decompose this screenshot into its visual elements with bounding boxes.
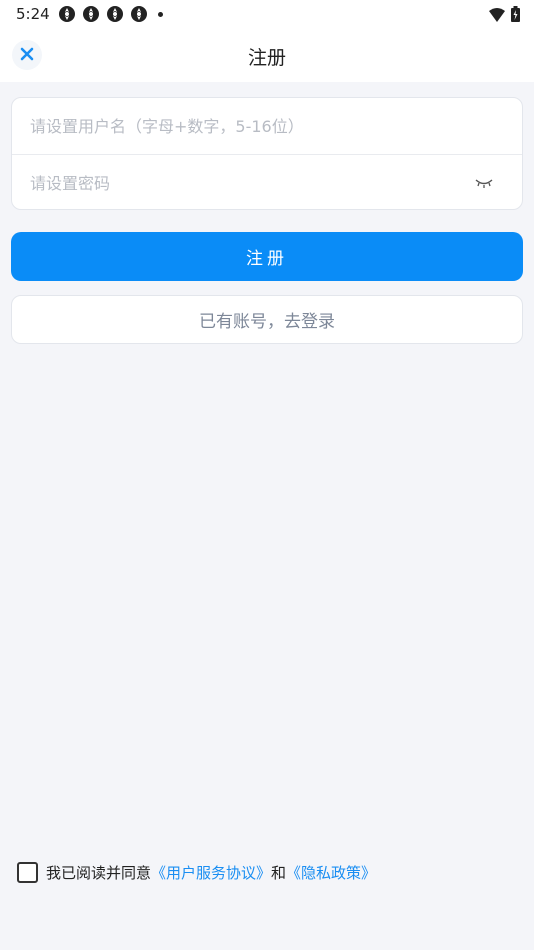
page-title: 注册 bbox=[247, 47, 286, 69]
agreement-checkbox[interactable] bbox=[17, 862, 38, 883]
agreement-conjunction: 和 bbox=[271, 864, 287, 882]
agreement-row: 我已阅读并同意 《用户服务协议》 和 《隐私政策》 bbox=[17, 862, 376, 883]
status-bar: 5:24 bbox=[0, 0, 534, 28]
notification-icons bbox=[58, 5, 163, 23]
privacy-link[interactable]: 《隐私政策》 bbox=[286, 862, 376, 883]
password-field[interactable] bbox=[12, 155, 522, 211]
status-right bbox=[489, 6, 520, 26]
go-login-button[interactable]: 已有账号，去登录 bbox=[11, 295, 523, 344]
app-notification-icon bbox=[82, 5, 100, 23]
app-notification-icon bbox=[106, 5, 124, 23]
register-button[interactable]: 注册 bbox=[11, 232, 523, 281]
more-notifications-dot-icon bbox=[158, 11, 163, 17]
username-input[interactable] bbox=[30, 116, 450, 136]
wifi-icon bbox=[489, 7, 505, 26]
status-time: 5:24 bbox=[16, 5, 50, 23]
register-form bbox=[11, 97, 523, 210]
username-field[interactable] bbox=[12, 98, 522, 154]
agreement-text: 我已阅读并同意 bbox=[46, 864, 152, 882]
eye-closed-icon[interactable] bbox=[474, 175, 494, 191]
app-notification-icon bbox=[58, 5, 76, 23]
battery-charging-icon bbox=[511, 6, 520, 26]
app-notification-icon bbox=[130, 5, 148, 23]
header: 注册 bbox=[0, 28, 534, 82]
terms-link[interactable]: 《用户服务协议》 bbox=[151, 862, 271, 883]
password-input[interactable] bbox=[30, 173, 450, 193]
